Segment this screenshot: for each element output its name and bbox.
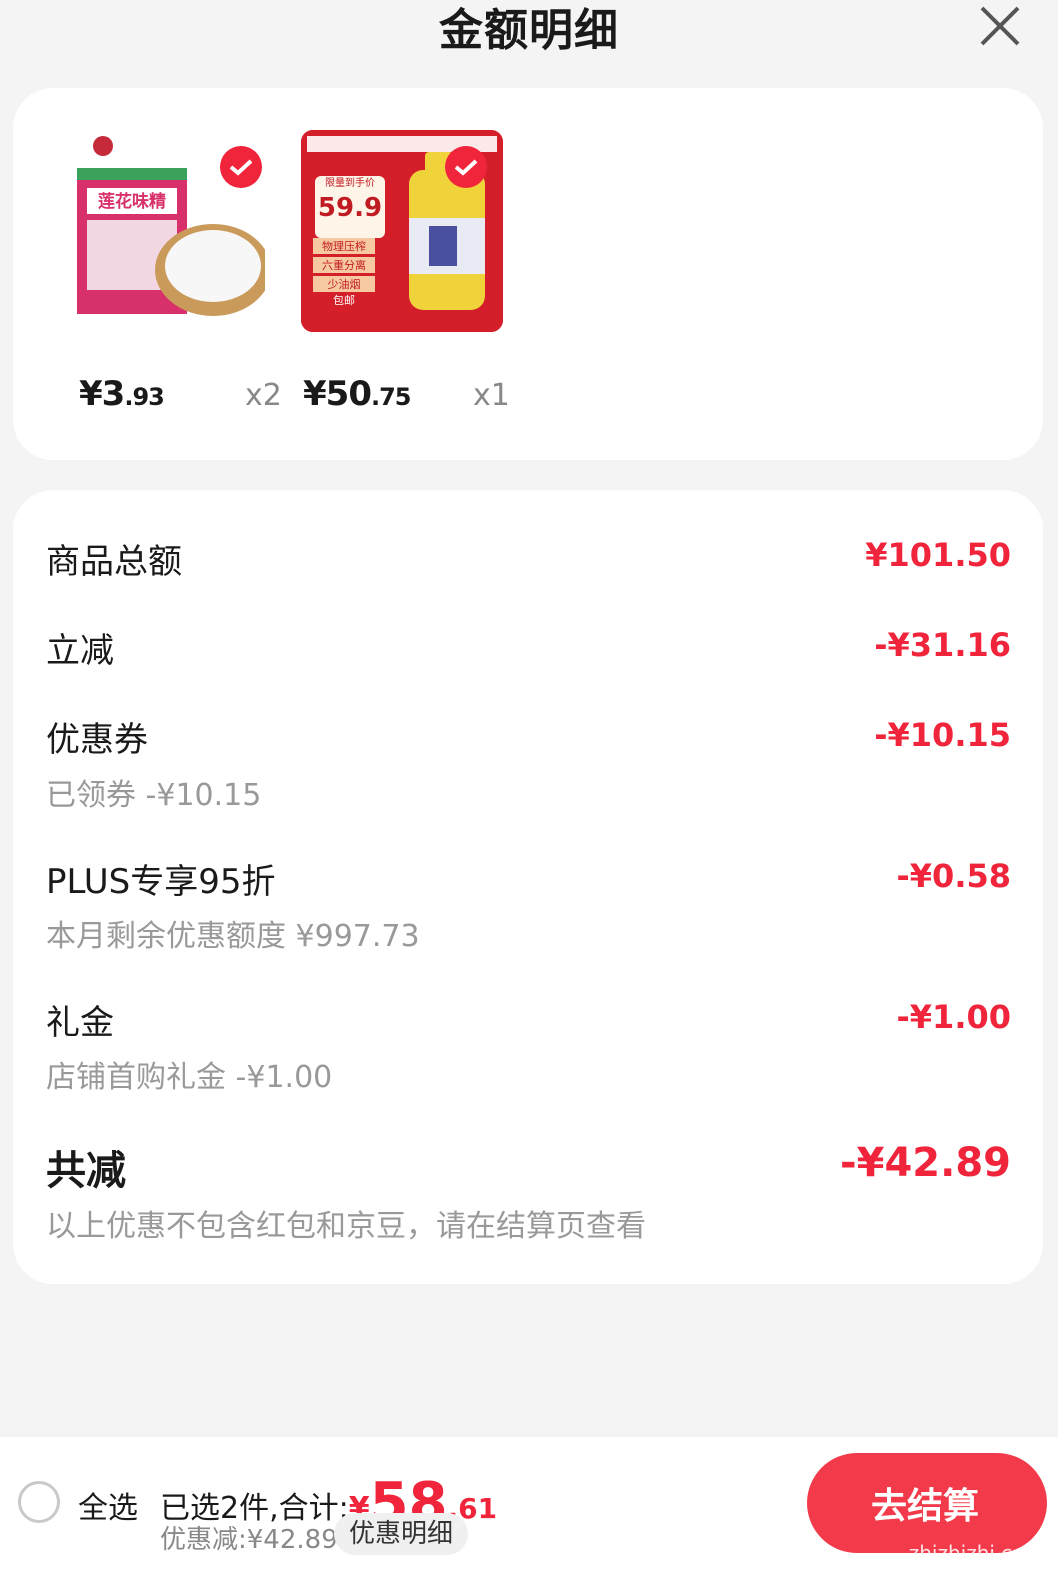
- total-discount-label: 共减: [46, 1148, 126, 1194]
- header: 金额明细: [0, 0, 1058, 60]
- checkout-button[interactable]: 去结算: [807, 1453, 1047, 1553]
- products-card: 莲花味精 ¥3.93 x2 限量到手价 59.9 物理压榨 六重分离 少油烟 包…: [13, 88, 1043, 460]
- product-qty: x1: [473, 378, 510, 413]
- product-item[interactable]: 莲花味精 ¥3.93 x2: [63, 88, 293, 460]
- instant-discount-label: 立减: [46, 631, 114, 671]
- select-all-radio[interactable]: [18, 1481, 60, 1523]
- plus-discount-sub: 本月剩余优惠额度 ¥997.73: [46, 919, 420, 954]
- promo-tag: 六重分离: [322, 258, 366, 272]
- coupon-sub: 已领券 -¥10.15: [46, 778, 262, 813]
- subtotal-value: ¥101.50: [865, 536, 1011, 574]
- select-all-label[interactable]: 全选: [78, 1483, 138, 1527]
- coupon-label: 优惠券: [46, 720, 148, 760]
- product-item[interactable]: 限量到手价 59.9 物理压榨 六重分离 少油烟 包邮 ¥50.75 x1: [301, 88, 531, 460]
- price-details-card: 商品总额 ¥101.50 立减 -¥31.16 优惠券 -¥10.15 已领券 …: [13, 490, 1043, 1284]
- product-price: ¥3.93: [79, 374, 165, 414]
- product-qty: x2: [245, 378, 282, 413]
- close-icon[interactable]: [978, 4, 1022, 48]
- checkout-label: 去结算: [871, 1486, 980, 1527]
- page-title: 金额明细: [439, 5, 619, 56]
- instant-discount-value: -¥31.16: [874, 626, 1011, 664]
- promo-badge: 限量到手价: [325, 176, 375, 189]
- checkout-bar: 全选 已选2件,合计:¥58.61 优惠减:¥42.89 优惠明细 去结算 zh…: [0, 1437, 1058, 1577]
- selected-check-icon[interactable]: [220, 146, 262, 188]
- subtotal-label: 商品总额: [46, 542, 182, 582]
- gift-value: -¥1.00: [896, 998, 1012, 1036]
- product-price: ¥50.75: [303, 374, 411, 414]
- selected-check-icon[interactable]: [445, 146, 487, 188]
- gift-label: 礼金: [46, 1003, 114, 1043]
- watermark: zhizhizhi.com: [908, 1541, 1044, 1565]
- discount-detail-button[interactable]: 优惠明细: [334, 1513, 468, 1555]
- promo-tag: 少油烟: [328, 277, 361, 291]
- total-discount-value: -¥42.89: [840, 1140, 1011, 1186]
- gift-sub: 店铺首购礼金 -¥1.00: [46, 1060, 333, 1095]
- total-discount-note: 以上优惠不包含红包和京豆，请在结算页查看: [46, 1209, 646, 1244]
- plus-discount-value: -¥0.58: [896, 857, 1012, 895]
- plus-discount-label: PLUS专享95折: [46, 862, 276, 902]
- promo-tag: 包邮: [333, 294, 355, 307]
- promo-price: 59.9: [318, 193, 382, 223]
- coupon-value: -¥10.15: [874, 716, 1011, 754]
- product-label: 莲花味精: [98, 191, 166, 212]
- promo-tag: 物理压榨: [322, 239, 366, 253]
- discount-summary: 优惠减:¥42.89: [160, 1525, 338, 1555]
